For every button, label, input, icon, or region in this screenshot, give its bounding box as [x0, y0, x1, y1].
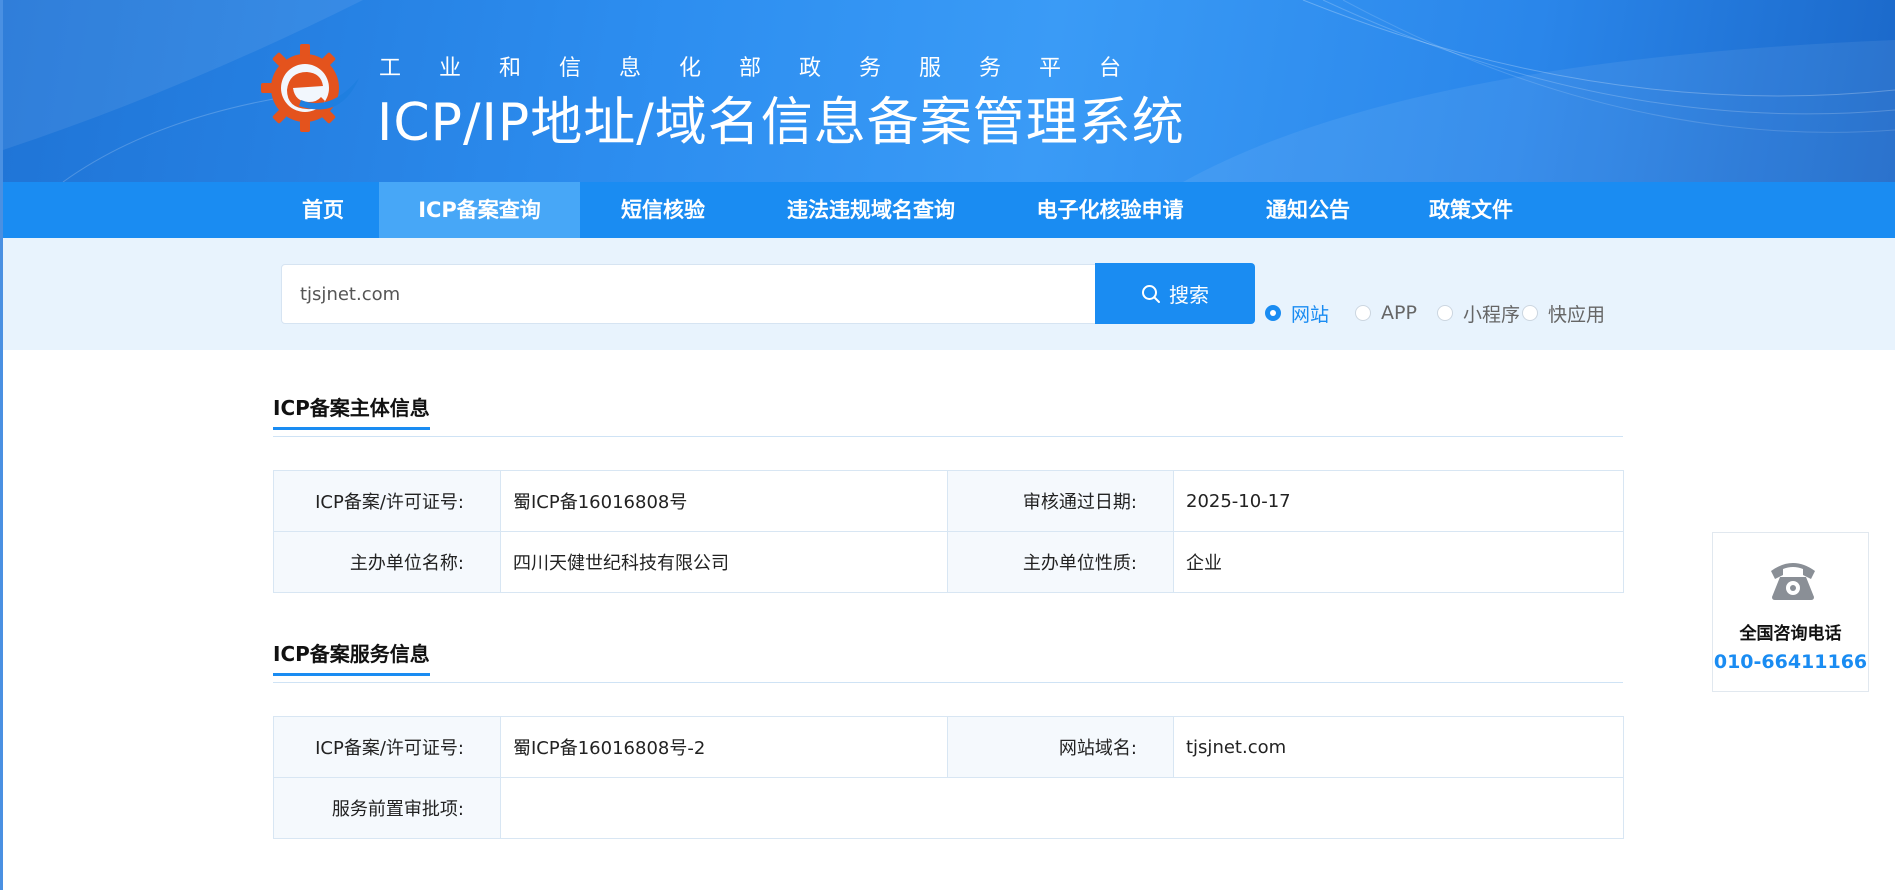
- org-name: 工业和信息化部政务服务平台: [379, 56, 1160, 81]
- search-band: 搜索 网站 APP 小程序 快应用: [3, 238, 1895, 350]
- sponsor-type-label: 主办单位性质:: [947, 531, 1174, 593]
- nav-e-verify-apply[interactable]: 电子化核验申请: [1016, 182, 1204, 238]
- consult-hotline-card[interactable]: 全国咨询电话 010-66411166: [1712, 532, 1869, 692]
- radio-dot: [1355, 305, 1371, 321]
- radio-label: APP: [1381, 302, 1417, 324]
- radio-dot: [1437, 305, 1453, 321]
- table-row: 服务前置审批项:: [273, 777, 1624, 839]
- nav-sms-verify[interactable]: 短信核验: [603, 182, 723, 238]
- table-row: ICP备案/许可证号: 蜀ICP备16016808号-2 网站域名: tjsjn…: [273, 716, 1624, 778]
- miit-gear-e-logo-icon: [261, 44, 359, 132]
- sponsor-type-value: 企业: [1173, 531, 1624, 593]
- service-info-table: ICP备案/许可证号: 蜀ICP备16016808号-2 网站域名: tjsjn…: [273, 716, 1624, 839]
- nav-icp-query[interactable]: ICP备案查询: [379, 182, 580, 238]
- section-divider: [273, 436, 1623, 437]
- table-row: ICP备案/许可证号: 蜀ICP备16016808号 审核通过日期: 2025-…: [273, 470, 1624, 532]
- icp-license-label: ICP备案/许可证号:: [273, 470, 501, 532]
- search-button[interactable]: 搜索: [1095, 263, 1255, 324]
- section-title-service: ICP备案服务信息: [273, 638, 430, 676]
- search-input[interactable]: [282, 265, 1095, 323]
- radio-mini-program[interactable]: 小程序: [1437, 300, 1520, 326]
- service-license-label: ICP备案/许可证号:: [273, 716, 501, 778]
- sponsor-name-label: 主办单位名称:: [273, 531, 501, 593]
- approval-date-value: 2025-10-17: [1173, 470, 1624, 532]
- icp-license-value: 蜀ICP备16016808号: [500, 470, 948, 532]
- nav-policy-docs[interactable]: 政策文件: [1411, 182, 1531, 238]
- hotline-number: 010-66411166: [1713, 651, 1868, 673]
- search-icon: [1142, 284, 1160, 303]
- pre-approval-value: [500, 777, 1624, 839]
- pre-approval-label: 服务前置审批项:: [273, 777, 501, 839]
- section-title-subject: ICP备案主体信息: [273, 392, 430, 430]
- radio-website[interactable]: 网站: [1265, 300, 1329, 326]
- header-banner: 工业和信息化部政务服务平台 ICP/IP地址/域名信息备案管理系统: [3, 0, 1895, 182]
- service-license-value: 蜀ICP备16016808号-2: [500, 716, 948, 778]
- search-button-label: 搜索: [1169, 283, 1209, 307]
- approval-date-label: 审核通过日期:: [947, 470, 1174, 532]
- main-nav: 首页 ICP备案查询 短信核验 违法违规域名查询 电子化核验申请 通知公告 政策…: [3, 182, 1895, 238]
- radio-label: 小程序: [1463, 303, 1521, 326]
- website-domain-value: tjsjnet.com: [1173, 716, 1624, 778]
- system-title: ICP/IP地址/域名信息备案管理系统: [377, 93, 1185, 153]
- radio-dot: [1265, 305, 1281, 321]
- nav-home[interactable]: 首页: [280, 182, 366, 238]
- section-divider: [273, 682, 1623, 683]
- radio-label: 快应用: [1548, 303, 1606, 326]
- radio-quick-app[interactable]: 快应用: [1522, 300, 1605, 326]
- subject-info-table: ICP备案/许可证号: 蜀ICP备16016808号 审核通过日期: 2025-…: [273, 470, 1624, 593]
- radio-label: 网站: [1291, 303, 1330, 326]
- website-domain-label: 网站域名:: [947, 716, 1174, 778]
- sponsor-name-value: 四川天健世纪科技有限公司: [500, 531, 948, 593]
- nav-illegal-domain-query[interactable]: 违法违规域名查询: [765, 182, 977, 238]
- radio-dot: [1522, 305, 1538, 321]
- search-box: [281, 264, 1096, 324]
- radio-app[interactable]: APP: [1355, 300, 1417, 326]
- telephone-icon: [1771, 563, 1815, 600]
- hotline-title: 全国咨询电话: [1739, 624, 1842, 644]
- nav-notices[interactable]: 通知公告: [1248, 182, 1368, 238]
- table-row: 主办单位名称: 四川天健世纪科技有限公司 主办单位性质: 企业: [273, 531, 1624, 593]
